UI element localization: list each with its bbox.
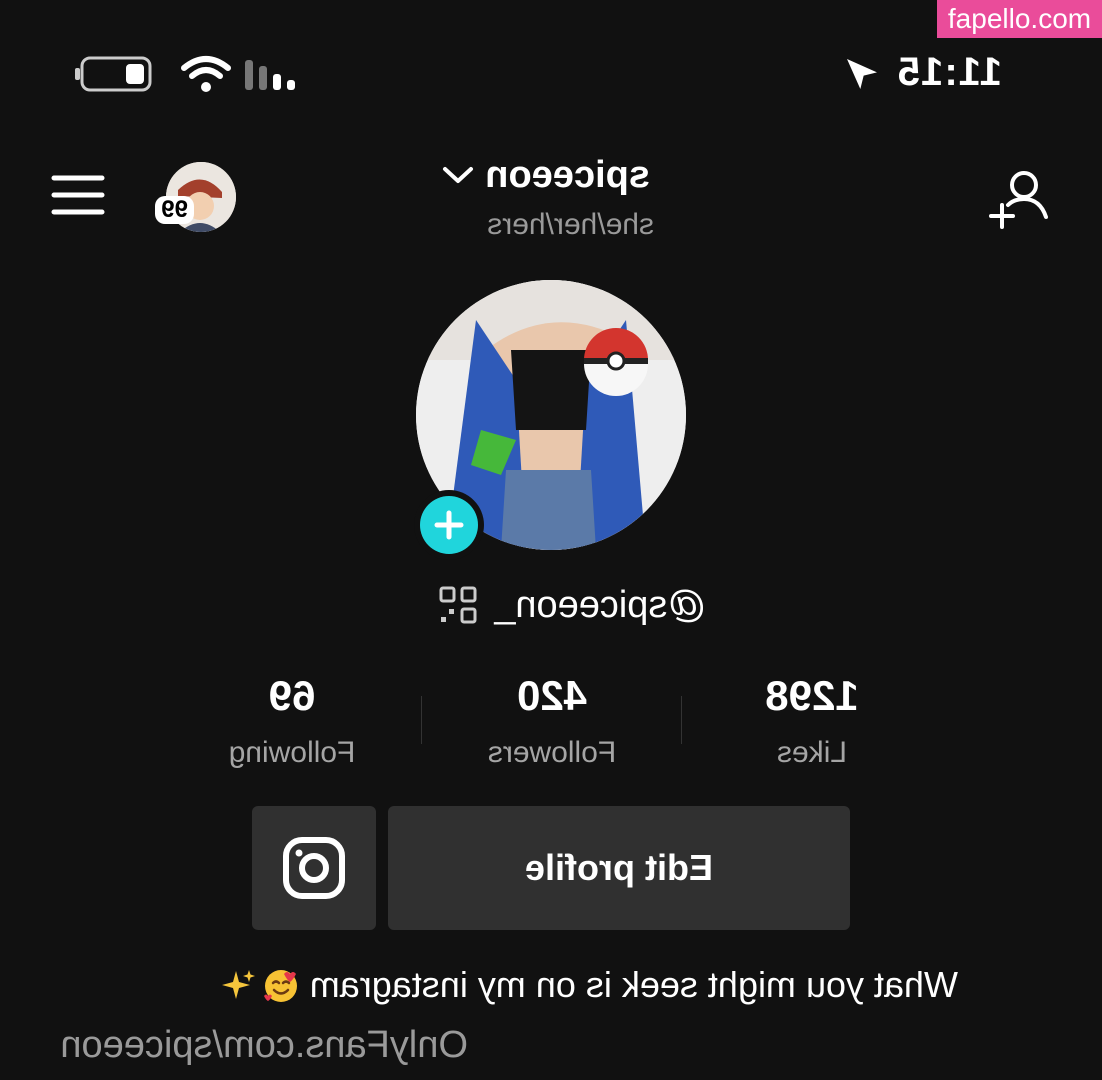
battery-icon bbox=[75, 56, 152, 92]
following-label: Following bbox=[228, 736, 356, 769]
likes-label: Likes bbox=[776, 736, 848, 769]
chevron-down-icon bbox=[443, 167, 474, 183]
notification-count: 99 bbox=[161, 196, 188, 223]
instagram-icon bbox=[283, 837, 345, 899]
wifi-icon bbox=[181, 56, 231, 92]
account-switcher[interactable]: spiceeon bbox=[440, 152, 650, 198]
profile-handle: @spiceeon_ bbox=[494, 583, 706, 626]
watermark-text: fapello.com bbox=[947, 3, 1092, 34]
signal-icon bbox=[245, 60, 295, 90]
followers-count: 420 bbox=[516, 672, 588, 719]
bio-text: What you might seek is on my instagram bbox=[309, 964, 958, 1005]
plus-icon bbox=[434, 510, 464, 540]
bio: What you might seek is on my instagram bbox=[128, 964, 958, 1006]
add-story-circle bbox=[420, 496, 478, 554]
followers-label: Followers bbox=[487, 736, 617, 769]
stat-divider bbox=[681, 696, 682, 744]
stat-followers[interactable]: 420 Followers bbox=[442, 672, 662, 770]
edit-profile-button[interactable]: Edit profile bbox=[388, 806, 850, 930]
stat-likes[interactable]: 1298 Likes bbox=[702, 672, 922, 770]
smiling-face-with-hearts-icon bbox=[263, 970, 297, 1002]
status-time: 11:15 bbox=[896, 50, 1002, 94]
location-arrow-icon bbox=[847, 59, 877, 89]
add-story-button[interactable] bbox=[414, 490, 484, 560]
bio-link[interactable]: OnlyFans.com/spiceeon bbox=[60, 1024, 468, 1067]
edit-profile-label: Edit profile bbox=[525, 847, 713, 888]
qr-code-icon[interactable] bbox=[438, 585, 478, 625]
mirrored-profile-screen: 11:15 spiceeon she/her/hers 99 @spiceeon… bbox=[0, 0, 1102, 1080]
sparkles-icon bbox=[221, 970, 255, 999]
stat-following[interactable]: 69 Following bbox=[182, 672, 402, 770]
handle-row: @spiceeon_ bbox=[386, 580, 706, 630]
following-count: 69 bbox=[268, 672, 316, 719]
watermark: fapello.com bbox=[937, 0, 1102, 38]
add-friend-icon[interactable] bbox=[988, 165, 1054, 231]
header-username: spiceeon bbox=[485, 153, 650, 196]
menu-icon[interactable] bbox=[50, 172, 106, 218]
pronouns: she/her/hers bbox=[487, 208, 654, 241]
instagram-button[interactable] bbox=[252, 806, 376, 930]
likes-count: 1298 bbox=[765, 672, 859, 719]
stat-divider bbox=[421, 696, 422, 744]
notification-badge: 99 bbox=[155, 196, 194, 224]
